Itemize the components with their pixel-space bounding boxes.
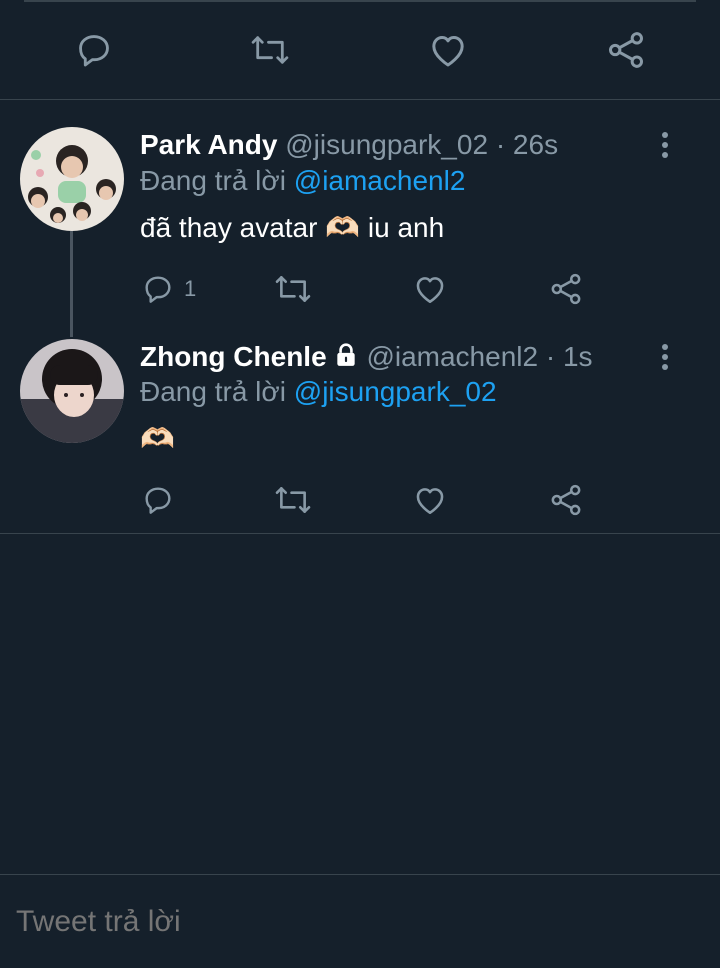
replying-to-mention[interactable]: @iamachenl2	[294, 165, 466, 196]
separator-dot: ·	[545, 341, 556, 372]
tweet-actions	[0, 480, 720, 520]
more-options-icon[interactable]	[654, 340, 676, 374]
like-icon	[416, 277, 444, 304]
share-icon	[551, 273, 581, 305]
tweet-actions: 1	[0, 269, 720, 309]
avatar[interactable]	[20, 127, 124, 231]
retweet-icon	[275, 487, 311, 513]
display-name[interactable]: Zhong Chenle	[140, 341, 327, 372]
share-icon	[551, 484, 581, 516]
reply-button[interactable]: 1	[142, 269, 196, 309]
retweet-icon[interactable]	[250, 30, 290, 70]
replying-to-label: Đang trả lời	[140, 376, 286, 407]
user-handle[interactable]: @iamachenl2	[366, 341, 538, 372]
retweet-icon	[275, 276, 311, 302]
reply-icon	[145, 487, 171, 514]
like-icon[interactable]	[428, 30, 468, 70]
replying-to-label: Đang trả lời	[140, 165, 286, 196]
reply-icon	[145, 276, 171, 303]
share-button[interactable]	[549, 269, 583, 309]
divider	[24, 0, 696, 2]
focused-tweet-actions	[0, 0, 720, 100]
tweet-thread-screen: Park Andy @jisungpark_02 · 26s Đang trả …	[0, 0, 720, 968]
share-button[interactable]	[549, 480, 583, 520]
share-icon[interactable]	[606, 30, 646, 70]
separator-dot: ·	[495, 129, 506, 160]
timestamp[interactable]: 1s	[563, 341, 593, 372]
reply-compose-bar	[0, 874, 720, 968]
replying-to: Đang trả lời @jisungpark_02	[140, 375, 497, 409]
more-options-icon[interactable]	[654, 128, 676, 162]
retweet-button[interactable]	[274, 480, 312, 520]
timestamp[interactable]: 26s	[513, 129, 558, 160]
lock-icon	[336, 343, 355, 366]
reply-input[interactable]	[16, 905, 402, 939]
tweet-header: Zhong Chenle @iamachenl2 · 1s	[140, 340, 593, 374]
replying-to: Đang trả lời @iamachenl2	[140, 164, 465, 198]
replying-to-mention[interactable]: @jisungpark_02	[294, 376, 497, 407]
reply-button[interactable]	[142, 480, 174, 520]
reply-icon[interactable]	[74, 30, 114, 70]
like-icon	[416, 488, 444, 515]
avatar[interactable]	[20, 339, 124, 443]
like-button[interactable]	[413, 480, 447, 520]
display-name[interactable]: Park Andy	[140, 129, 277, 160]
tweet-text: đã thay avatar 🫶🏻 iu anh	[140, 212, 445, 243]
tweet-text: 🫶🏻	[140, 423, 175, 454]
reply-count: 1	[184, 276, 197, 301]
user-handle[interactable]: @jisungpark_02	[285, 129, 488, 160]
divider	[0, 533, 720, 534]
retweet-button[interactable]	[274, 269, 312, 309]
like-button[interactable]	[413, 269, 447, 309]
tweet-header: Park Andy @jisungpark_02 · 26s	[140, 128, 558, 162]
